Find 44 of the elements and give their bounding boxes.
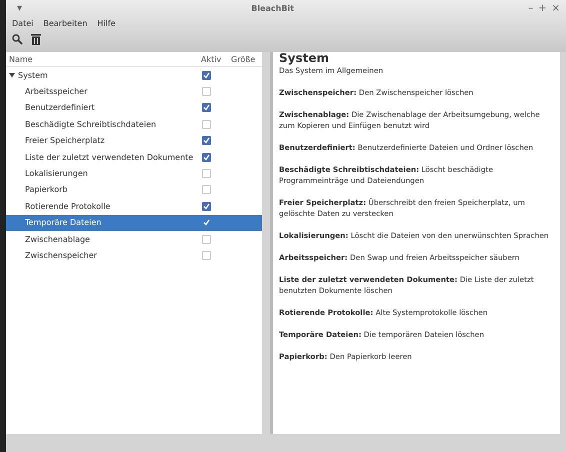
tree-row[interactable]: Papierkorb [6, 182, 262, 198]
checkbox[interactable] [202, 202, 211, 211]
close-button[interactable]: × [552, 2, 560, 14]
tree-row[interactable]: Freier Speicherplatz [6, 132, 262, 149]
item-label: Rotierende Protokolle [25, 202, 110, 211]
column-header[interactable]: Größe [228, 54, 262, 64]
details-heading: System [279, 52, 330, 65]
tree-row[interactable]: Lokalisierungen [6, 165, 262, 182]
item-label: Arbeitsspeicher [25, 87, 88, 96]
checkbox[interactable] [202, 103, 211, 112]
tree-row[interactable]: Temporäre Dateien [6, 214, 262, 231]
search-icon[interactable] [12, 34, 23, 44]
item-label: Lokalisierungen [25, 169, 88, 178]
trash-icon[interactable] [31, 33, 41, 45]
item-label: System [18, 70, 48, 80]
menu-item[interactable]: Datei [12, 18, 34, 28]
item-label: Freier Speicherplatz [25, 136, 105, 146]
item-label: Zwischenablage [25, 234, 90, 244]
column-header[interactable]: Name [6, 54, 198, 64]
item-label: Zwischenspeicher [25, 250, 97, 260]
expander-icon[interactable] [9, 72, 15, 78]
tree-row[interactable]: Rotierende Protokolle [6, 198, 262, 215]
item-label: Beschädigte Schreibtischdateien [25, 120, 156, 129]
tree-row[interactable]: Zwischenablage [6, 230, 262, 248]
tree-row[interactable]: Arbeitsspeicher [6, 83, 262, 100]
item-label: Temporäre Dateien [25, 218, 102, 228]
tree-row[interactable]: Liste der zuletzt verwendeten Dokumente [6, 148, 262, 166]
tree-row[interactable]: System [6, 67, 262, 84]
checkbox[interactable] [202, 136, 211, 146]
menu-item[interactable]: Bearbeiten [43, 18, 88, 28]
menu-item[interactable]: Hilfe [97, 18, 116, 28]
tree-row[interactable]: Beschädigte Schreibtischdateien [6, 116, 262, 133]
item-label: Papierkorb [25, 185, 68, 194]
checkbox[interactable] [202, 70, 211, 80]
item-label: Benutzerdefiniert [25, 103, 95, 112]
checkbox[interactable] [202, 152, 211, 162]
menu-icon[interactable]: ▾ [17, 2, 22, 14]
column-header[interactable]: Aktiv [198, 54, 228, 64]
maximize-button[interactable]: + [538, 2, 547, 14]
minimize-button[interactable]: – [528, 2, 534, 14]
item-label: Liste der zuletzt verwendeten Dokumente [25, 152, 194, 162]
window-title: BleachBit [250, 4, 295, 12]
tree-row[interactable]: Zwischenspeicher [6, 247, 262, 264]
tree-row[interactable]: Benutzerdefiniert [6, 100, 262, 116]
